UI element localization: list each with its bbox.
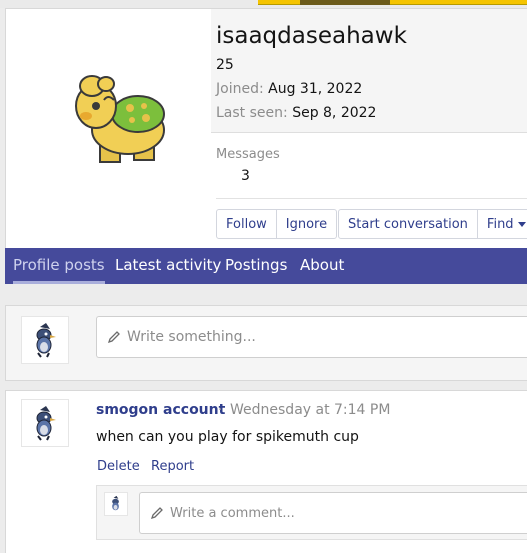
follow-ignore-group: Follow Ignore [216, 209, 338, 239]
messages-count[interactable]: 3 [241, 168, 250, 184]
composer-avatar[interactable] [21, 316, 69, 364]
post-author-link[interactable]: smogon account [96, 402, 225, 418]
tab-profile-posts[interactable]: Profile posts [13, 248, 105, 284]
joined-date: Aug 31, 2022 [268, 81, 363, 97]
site-banner [258, 0, 527, 5]
write-something-placeholder: Write something... [127, 329, 256, 345]
post-body: when can you play for spikemuth cup [96, 429, 359, 445]
profile-tabs: Profile posts Latest activity Postings A… [5, 248, 527, 284]
write-comment-placeholder: Write a comment... [170, 505, 295, 521]
commenter-avatar[interactable] [104, 492, 128, 516]
write-comment-input[interactable]: Write a comment... [139, 492, 527, 534]
pencil-icon [150, 507, 163, 520]
tab-about[interactable]: About [300, 248, 344, 284]
joined-label: Joined: [216, 81, 264, 97]
last-seen-row: Last seen: Sep 8, 2022 [216, 105, 376, 121]
last-seen-label: Last seen: [216, 105, 288, 121]
last-seen-date[interactable]: Sep 8, 2022 [292, 105, 376, 121]
find-label: Find [486, 216, 514, 232]
pencil-icon [107, 331, 120, 344]
profile-post-composer: Write something... [5, 305, 527, 381]
comment-composer: Write a comment... [96, 485, 527, 540]
find-menu-button[interactable]: Find [478, 210, 527, 238]
conversation-find-group: Start conversation Find [338, 209, 527, 239]
post-timestamp[interactable]: Wednesday at 7:14 PM [230, 402, 390, 418]
joined-row: Joined: Aug 31, 2022 [216, 81, 362, 97]
bird-sprite-icon [36, 406, 56, 441]
profile-post: smogon account · Wednesday at 7:14 PM wh… [5, 390, 527, 553]
report-link[interactable]: Report [151, 459, 194, 474]
stats-divider [216, 198, 527, 199]
user-avatar[interactable] [16, 22, 206, 212]
post-separator: · [218, 402, 223, 418]
profile-username: isaaqdaseahawk [216, 23, 407, 49]
top-banner-strip [0, 0, 527, 8]
bird-sprite-icon [36, 323, 56, 358]
tab-postings[interactable]: Postings [225, 248, 287, 284]
site-banner-detail [300, 0, 390, 5]
start-conversation-button[interactable]: Start conversation [339, 210, 478, 238]
follow-button[interactable]: Follow [217, 210, 277, 238]
user-title: 25 [216, 57, 234, 73]
tab-latest-activity[interactable]: Latest activity [115, 248, 221, 284]
ignore-button[interactable]: Ignore [277, 210, 336, 238]
caret-down-icon [517, 221, 526, 227]
numel-sprite-icon [75, 75, 165, 163]
write-something-input[interactable]: Write something... [96, 316, 527, 358]
profile-card: isaaqdaseahawk 25 Joined: Aug 31, 2022 L… [5, 8, 527, 248]
post-author-avatar[interactable] [21, 399, 69, 447]
messages-label: Messages [216, 147, 280, 162]
bird-sprite-icon [112, 495, 119, 511]
delete-link[interactable]: Delete [97, 459, 140, 474]
